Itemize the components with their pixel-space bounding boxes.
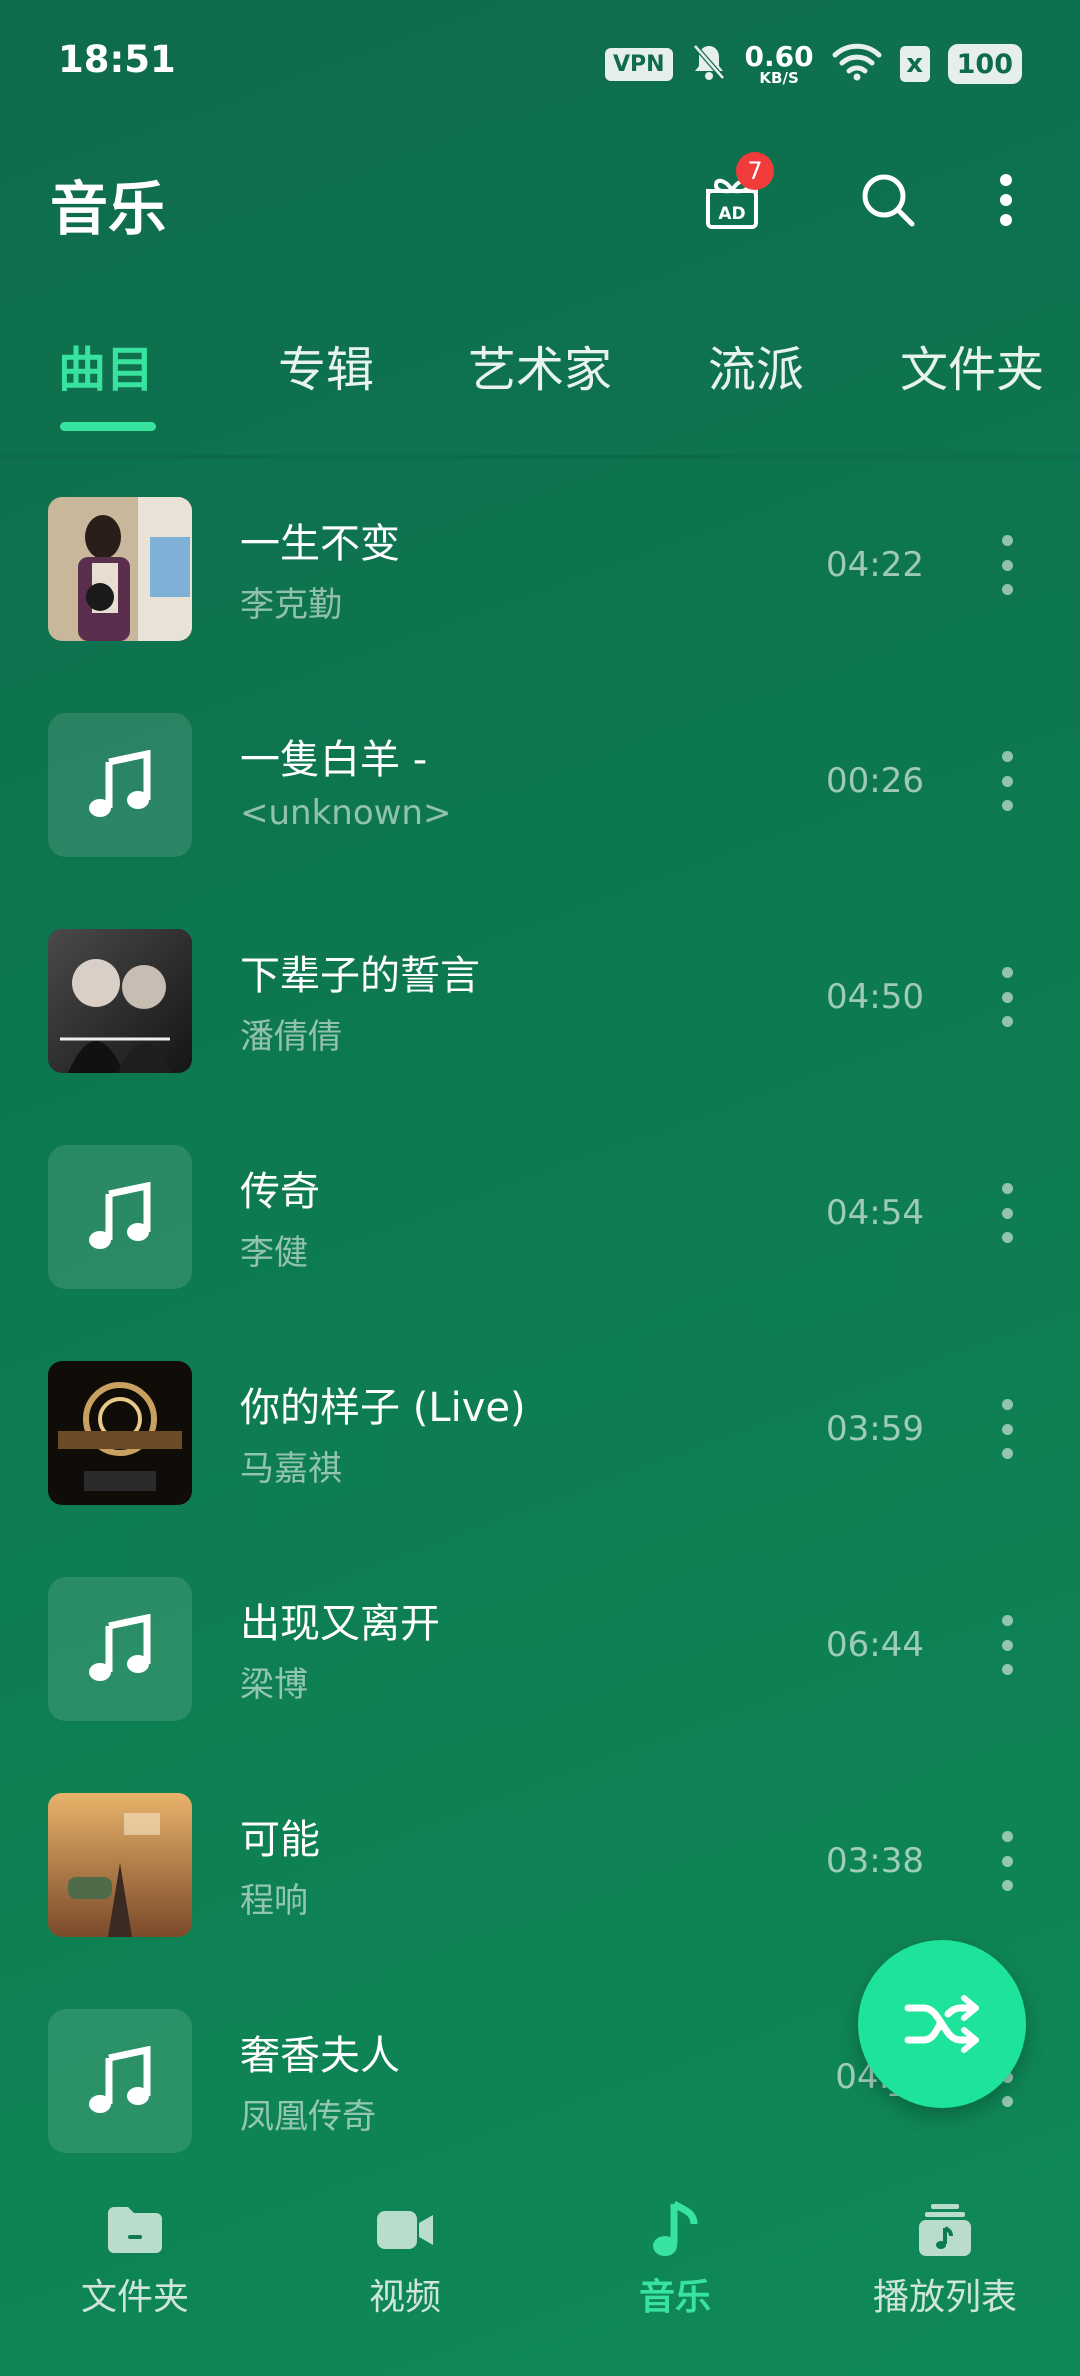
- nav-label: 音乐: [638, 2277, 711, 2318]
- overflow-menu-button[interactable]: [970, 164, 1042, 236]
- track-row[interactable]: 下辈子的誓言 潘倩倩 04:50: [0, 897, 1080, 1113]
- nav-label: 视频: [368, 2277, 441, 2318]
- track-duration: 04:22: [826, 545, 924, 585]
- track-duration: 00:26: [826, 761, 924, 801]
- track-artist: <unknown>: [240, 793, 452, 833]
- status-icons: VPN 0.60 KB/S x 100: [604, 39, 1022, 88]
- divider: [0, 455, 1080, 459]
- wifi-icon: [832, 43, 882, 85]
- track-row[interactable]: 出现又离开 梁博 06:44: [0, 1545, 1080, 1761]
- track-duration: 06:44: [826, 1625, 924, 1665]
- tab-tracks[interactable]: 曲目: [58, 330, 154, 400]
- mute-bell-icon: [691, 42, 727, 86]
- track-artist: 梁博: [240, 1665, 308, 1705]
- tab-genres[interactable]: 流派: [708, 330, 804, 400]
- track-more-button[interactable]: [992, 1615, 1022, 1675]
- album-cover: [48, 1793, 192, 1937]
- category-tabs: 曲目 专辑 艺术家 流派 文件夹: [0, 320, 1080, 440]
- track-list[interactable]: 一生不变 李克勤 04:22 一隻白羊 - <unknown> 00:26 下辈…: [0, 465, 1080, 2165]
- svg-text:AD: AD: [718, 204, 745, 224]
- track-title: 奢香夫人: [240, 2033, 400, 2079]
- music-note-icon: [48, 1577, 192, 1721]
- track-duration: 04:50: [826, 977, 924, 1017]
- track-artist: 马嘉祺: [240, 1449, 342, 1489]
- status-time: 18:51: [58, 38, 176, 81]
- track-artist: 李健: [240, 1233, 308, 1273]
- track-row[interactable]: 你的样子 (Live) 马嘉祺 03:59: [0, 1329, 1080, 1545]
- track-title: 传奇: [240, 1169, 320, 1215]
- more-vertical-icon: [1000, 174, 1012, 226]
- shuffle-play-button[interactable]: [858, 1940, 1026, 2108]
- track-title: 一生不变: [240, 521, 400, 567]
- track-more-button[interactable]: [992, 535, 1022, 595]
- track-row[interactable]: 一隻白羊 - <unknown> 00:26: [0, 681, 1080, 897]
- playlist-icon: [915, 2200, 975, 2260]
- shuffle-icon: [904, 1995, 979, 2053]
- track-more-button[interactable]: [992, 1183, 1022, 1243]
- tab-artists[interactable]: 艺术家: [468, 330, 612, 400]
- vpn-icon: VPN: [604, 47, 673, 81]
- active-tab-indicator: [60, 422, 156, 431]
- track-more-button[interactable]: [992, 751, 1022, 811]
- app-header: 音乐 AD 7: [0, 150, 1080, 250]
- nav-folders[interactable]: 文件夹: [0, 2200, 270, 2320]
- nav-label: 文件夹: [80, 2277, 189, 2318]
- music-note-icon: [48, 1145, 192, 1289]
- nav-label: 播放列表: [872, 2277, 1017, 2318]
- nav-videos[interactable]: 视频: [270, 2200, 540, 2320]
- track-duration: 03:38: [826, 1841, 924, 1881]
- track-artist: 凤凰传奇: [240, 2097, 376, 2137]
- track-title: 一隻白羊 -: [240, 737, 428, 783]
- music-note-icon: [48, 713, 192, 857]
- track-more-button[interactable]: [992, 967, 1022, 1027]
- battery-indicator: 100: [947, 44, 1022, 84]
- track-more-button[interactable]: [992, 1831, 1022, 1891]
- sim-status-icon: x: [899, 46, 930, 82]
- nav-playlists[interactable]: 播放列表: [810, 2200, 1080, 2320]
- music-note-icon: [48, 2009, 192, 2153]
- track-title: 可能: [240, 1817, 320, 1863]
- album-cover: [48, 1361, 192, 1505]
- page-title: 音乐: [50, 175, 167, 243]
- search-icon: [862, 174, 915, 227]
- notification-badge: 7: [736, 152, 774, 190]
- folder-icon: [105, 2200, 165, 2260]
- tab-folders[interactable]: 文件夹: [900, 330, 1044, 400]
- track-artist: 李克勤: [240, 585, 342, 625]
- music-note-icon: [645, 2200, 705, 2260]
- network-speed: 0.60 KB/S: [744, 39, 814, 87]
- track-title: 你的样子 (Live): [240, 1385, 526, 1431]
- track-title: 出现又离开: [240, 1601, 440, 1647]
- track-more-button[interactable]: [992, 1399, 1022, 1459]
- track-title: 下辈子的誓言: [240, 953, 480, 999]
- album-cover: [48, 497, 192, 641]
- track-artist: 程响: [240, 1881, 308, 1921]
- bottom-navigation: 文件夹 视频 音乐 播放列表: [0, 2170, 1080, 2376]
- status-bar: 18:51 VPN 0.60 KB/S x 100: [0, 0, 1080, 128]
- track-row[interactable]: 一生不变 李克勤 04:22: [0, 465, 1080, 681]
- album-cover: [48, 929, 192, 1073]
- search-button[interactable]: [852, 164, 924, 236]
- track-duration: 04:54: [826, 1193, 924, 1233]
- tab-albums[interactable]: 专辑: [278, 330, 374, 400]
- video-icon: [375, 2200, 435, 2260]
- track-artist: 潘倩倩: [240, 1017, 342, 1057]
- ad-gift-button[interactable]: AD 7: [696, 152, 774, 236]
- nav-music[interactable]: 音乐: [540, 2200, 810, 2320]
- track-row[interactable]: 传奇 李健 04:54: [0, 1113, 1080, 1329]
- track-duration: 03:59: [826, 1409, 924, 1449]
